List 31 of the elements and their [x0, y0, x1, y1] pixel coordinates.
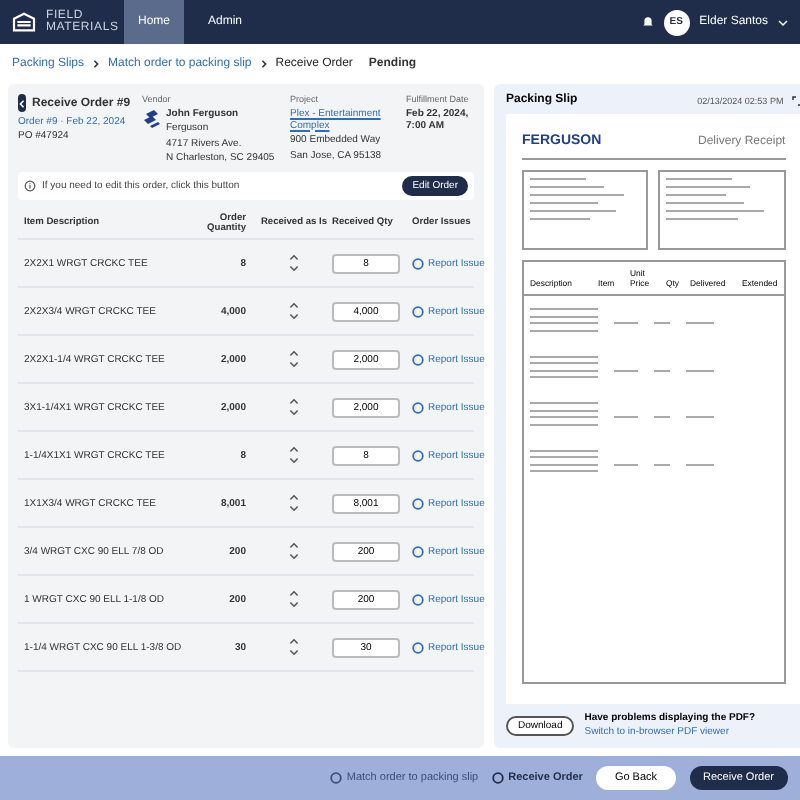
stepper-icon[interactable]	[290, 638, 298, 656]
stepper-icon[interactable]	[290, 398, 298, 416]
bell-icon[interactable]	[641, 16, 654, 28]
chevron-right-icon	[259, 60, 268, 68]
stepper-icon[interactable]	[290, 350, 298, 368]
info-icon	[24, 180, 36, 192]
issue-icon	[412, 545, 424, 557]
stepper-icon[interactable]	[290, 494, 298, 512]
back-button[interactable]	[18, 94, 26, 112]
issue-icon	[412, 449, 424, 461]
stepper-icon[interactable]	[290, 254, 298, 272]
step-circle-icon	[330, 772, 343, 784]
issue-icon	[412, 497, 424, 509]
document-address-box	[522, 170, 649, 250]
stepper-icon[interactable]	[290, 590, 298, 608]
issue-icon	[412, 641, 424, 653]
stepper-icon[interactable]	[290, 446, 298, 464]
chevron-right-icon	[92, 60, 101, 68]
issue-icon	[412, 305, 424, 317]
document-address-box	[658, 170, 786, 250]
issue-icon	[412, 353, 424, 365]
issue-icon	[412, 401, 424, 413]
expand-icon[interactable]	[791, 95, 800, 105]
warehouse-logo-icon	[12, 12, 36, 32]
issue-icon	[412, 257, 424, 269]
step-circle-icon	[492, 772, 505, 784]
stepper-icon[interactable]	[290, 302, 298, 320]
chevron-down-icon[interactable]	[778, 17, 788, 27]
issue-icon	[412, 593, 424, 605]
vendor-logo-icon	[142, 107, 162, 127]
stepper-icon[interactable]	[290, 542, 298, 560]
